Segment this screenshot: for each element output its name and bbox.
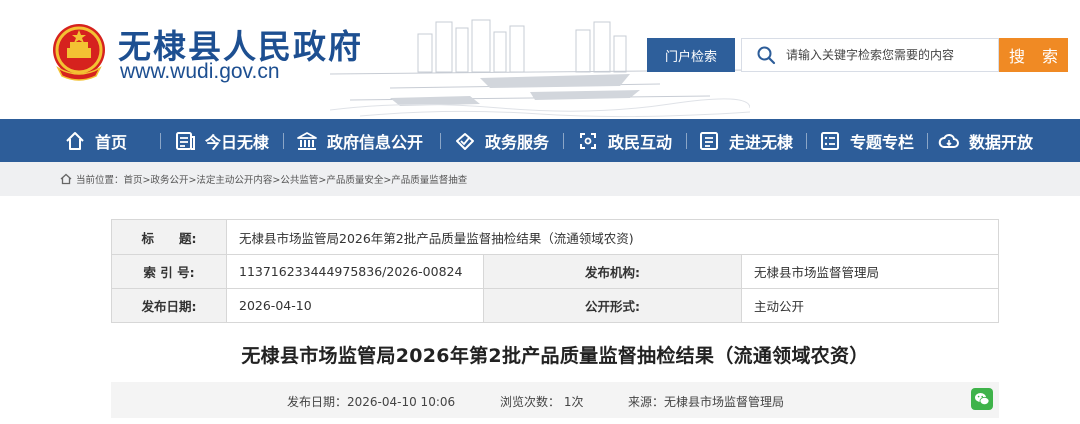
- handshake-icon: [456, 132, 474, 150]
- nav-item-gov-info[interactable]: 政府信息公开: [296, 119, 423, 162]
- breadcrumb-text[interactable]: 当前位置：首页>政务公开>法定主动公开内容>公共监管>产品质量安全>产品质量监督…: [76, 172, 467, 186]
- list-icon: [821, 131, 839, 150]
- nav-label: 首页: [95, 132, 128, 152]
- article-source: 来源：无棣县市场监督管理局: [628, 395, 785, 409]
- nav-divider: [440, 133, 441, 149]
- wechat-share-button[interactable]: [971, 388, 993, 410]
- nav-label: 政务服务: [485, 132, 550, 152]
- view-count: 浏览次数： 1次: [500, 395, 584, 409]
- nav-item-special-topics[interactable]: 专题专栏: [819, 119, 914, 162]
- date-value: 2026-04-10: [226, 288, 484, 323]
- interaction-icon: [580, 132, 596, 149]
- news-icon: [176, 131, 195, 150]
- publisher-label: 发布机构:: [483, 254, 742, 289]
- nav-item-home[interactable]: 首页: [64, 119, 127, 162]
- date-label: 发布日期:: [111, 288, 227, 323]
- nav-label: 专题专栏: [850, 132, 915, 152]
- index-label: 索 引 号:: [111, 254, 227, 289]
- nav-item-interaction[interactable]: 政民互动: [577, 119, 672, 162]
- nav-item-enter-wudi[interactable]: 走进无棣: [698, 119, 793, 162]
- search-box: [741, 38, 999, 72]
- nav-divider: [283, 133, 284, 149]
- search-icon: [757, 46, 776, 65]
- cloud-icon: [938, 133, 959, 148]
- title-label: 标 题:: [111, 219, 227, 255]
- main-nav: 首页 今日无棣 政府信息公开 政务服务 政民互动 走进无棣 专题专栏 数据开放: [0, 119, 1080, 162]
- table-row: 发布日期: 2026-04-10 公开形式: 主动公开: [111, 288, 999, 323]
- table-row: 标 题: 无棣县市场监管局2026年第2批产品质量监督抽检结果（流通领域农资): [111, 219, 999, 255]
- nav-divider: [563, 133, 564, 149]
- search-input[interactable]: [786, 48, 991, 62]
- nav-item-open-data[interactable]: 数据开放: [938, 119, 1033, 162]
- site-url[interactable]: www.wudi.gov.cn: [120, 60, 280, 84]
- nav-divider: [686, 133, 687, 149]
- nav-label: 走进无棣: [729, 132, 794, 152]
- article-title: 无棣县市场监管局2026年第2批产品质量监督抽检结果（流通领域农资）: [241, 345, 869, 367]
- form-label: 公开形式:: [483, 288, 742, 323]
- nav-divider: [927, 133, 928, 149]
- nav-divider: [806, 133, 807, 149]
- nav-label: 政府信息公开: [327, 132, 424, 152]
- nav-item-gov-services[interactable]: 政务服务: [454, 119, 549, 162]
- home-icon: [66, 131, 84, 150]
- nav-label: 数据开放: [969, 132, 1034, 152]
- portal-search-button[interactable]: 门户检索: [647, 38, 735, 72]
- search-button[interactable]: 搜 索: [999, 38, 1068, 72]
- document-icon: [700, 131, 718, 150]
- site-header: 无棣县人民政府 www.wudi.gov.cn 门户检索 搜 索: [0, 0, 1080, 119]
- index-value: 113716233444975836/2026-00824: [226, 254, 484, 289]
- wechat-icon: [975, 393, 990, 406]
- government-building-icon: [297, 131, 317, 150]
- nav-label: 今日无棣: [205, 132, 270, 152]
- document-info-table: 标 题: 无棣县市场监管局2026年第2批产品质量监督抽检结果（流通领域农资) …: [111, 219, 999, 323]
- home-icon: [60, 173, 72, 185]
- nav-label: 政民互动: [608, 132, 673, 152]
- national-emblem-icon: [53, 24, 105, 81]
- publisher-value: 无棣县市场监督管理局: [741, 254, 999, 289]
- nav-divider: [160, 133, 161, 149]
- title-value: 无棣县市场监管局2026年第2批产品质量监督抽检结果（流通领域农资): [226, 219, 999, 255]
- breadcrumb: 当前位置：首页>政务公开>法定主动公开内容>公共监管>产品质量安全>产品质量监督…: [0, 162, 1080, 196]
- publish-time: 发布日期：2026-04-10 10:06: [287, 395, 456, 409]
- table-row: 索 引 号: 113716233444975836/2026-00824 发布机…: [111, 254, 999, 289]
- nav-item-today-wudi[interactable]: 今日无棣: [174, 119, 269, 162]
- form-value: 主动公开: [741, 288, 999, 323]
